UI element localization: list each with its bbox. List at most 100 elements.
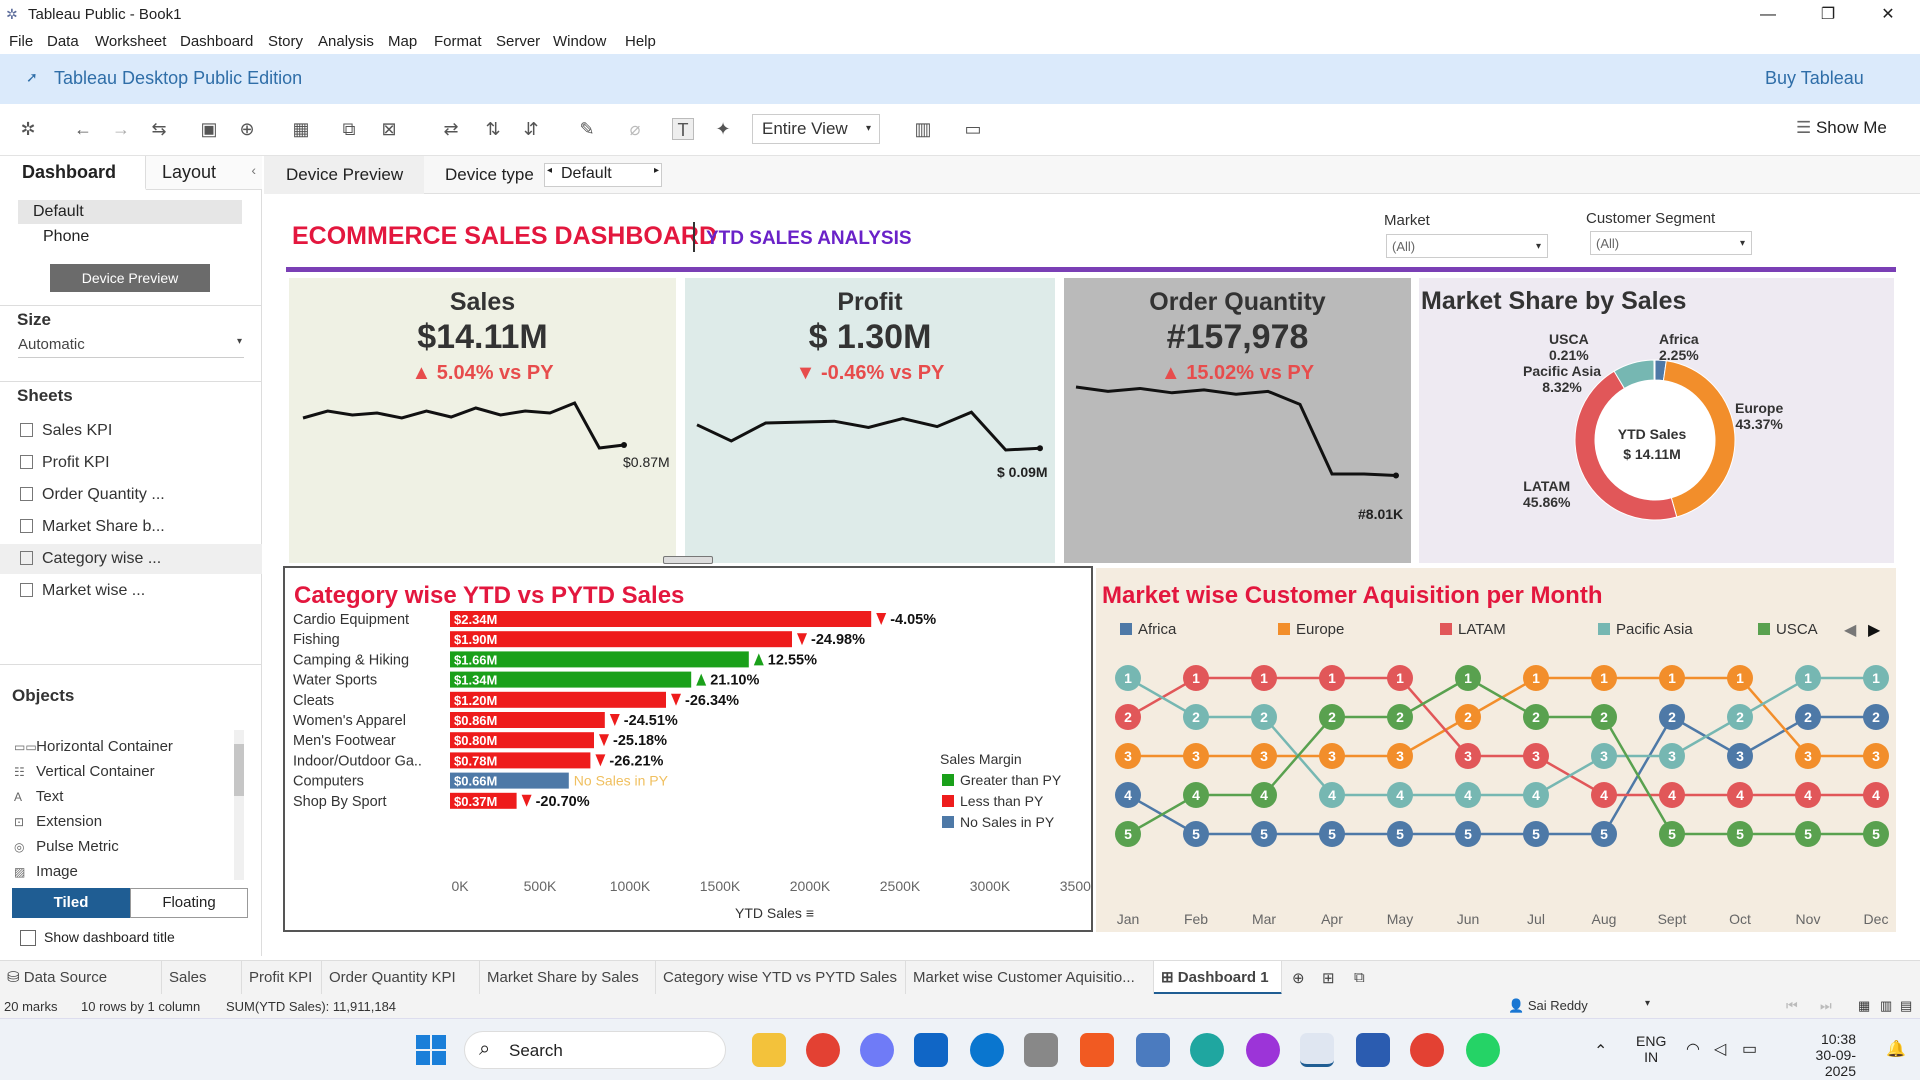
chevron-left-icon[interactable]: ◂ [547, 165, 552, 176]
hp-icon[interactable] [970, 1033, 1004, 1067]
tab-order-quantity-kpi[interactable]: Order Quantity KPI [322, 961, 480, 995]
show-title-checkbox[interactable] [20, 930, 36, 946]
market-share-card[interactable]: Market Share by Sales YTD Sales $ 14.11M… [1419, 278, 1894, 563]
menu-map[interactable]: Map [388, 33, 417, 50]
sales-kpi-card[interactable]: Sales $14.11M ▲ 5.04% vs PY $0.87M [289, 278, 676, 563]
menu-dashboard[interactable]: Dashboard [180, 33, 253, 50]
new-worksheet-icon[interactable]: ▦ [290, 118, 312, 140]
sheet-item[interactable]: Category wise ... [0, 544, 262, 574]
menu-analysis[interactable]: Analysis [318, 33, 374, 50]
order-quantity-kpi-card[interactable]: Order Quantity #157,978 ▲ 15.02% vs PY #… [1064, 278, 1411, 563]
notification-icon[interactable]: 🔔 [1886, 1039, 1906, 1059]
sort-descending-icon[interactable]: ⇵ [520, 118, 542, 140]
grid-view-icon[interactable]: ▦ [1858, 998, 1870, 1014]
language-indicator[interactable]: ENG IN [1636, 1033, 1666, 1065]
sort-icon[interactable]: ≡ [806, 905, 814, 921]
new-data-source-icon[interactable]: ⊕ [236, 118, 258, 140]
sort-ascending-icon[interactable]: ⇅ [482, 118, 504, 140]
edge-icon[interactable] [1190, 1033, 1224, 1067]
undo-icon[interactable]: ← [72, 118, 94, 140]
device-phone[interactable]: Phone [43, 228, 89, 246]
tab-market-wise[interactable]: Market wise Customer Aquisitio... [906, 961, 1154, 995]
pin-axis-icon[interactable]: ✦ [712, 118, 734, 140]
brave-icon[interactable] [1080, 1033, 1114, 1067]
volume-icon[interactable]: ◁ [1714, 1039, 1726, 1059]
outlook-icon[interactable] [914, 1033, 948, 1067]
sheet-item[interactable]: Profit KPI [20, 448, 260, 478]
new-dashboard-icon[interactable]: ⊞ [1322, 969, 1335, 987]
group-icon[interactable]: ⌀ [624, 118, 646, 140]
tiled-button[interactable]: Tiled [12, 888, 130, 918]
tabs-view-icon[interactable]: ▤ [1900, 998, 1912, 1014]
highlight-icon[interactable]: ✎ [576, 118, 598, 140]
sheet-item[interactable]: Market wise ... [20, 576, 260, 606]
object-item[interactable]: ▨ Image [14, 863, 78, 880]
category-chart-card[interactable]: Category wise YTD vs PYTD Sales Cardio E… [283, 556, 1115, 932]
python-icon[interactable] [1136, 1033, 1170, 1067]
redo-icon[interactable]: → [110, 118, 132, 140]
minimize-icon[interactable]: — [1746, 2, 1790, 28]
objects-scrollbar[interactable] [234, 730, 244, 880]
wifi-icon[interactable]: ◠ [1686, 1039, 1700, 1059]
tab-category-wise[interactable]: Category wise YTD vs PYTD Sales [656, 961, 906, 995]
floating-button[interactable]: Floating [130, 888, 248, 918]
scroll-thumb[interactable] [234, 744, 244, 796]
fit-dropdown[interactable]: Entire View ▾ [752, 114, 880, 144]
market-filter-dropdown[interactable]: (All) ▾ [1386, 234, 1548, 258]
object-item[interactable]: ⊡ Extension [14, 813, 102, 830]
size-dropdown[interactable]: Automatic ▾ [18, 336, 244, 358]
excel-icon[interactable] [1024, 1033, 1058, 1067]
object-item[interactable]: ◎ Pulse Metric [14, 838, 119, 855]
tab-dashboard[interactable]: Dashboard [0, 156, 146, 190]
profit-kpi-card[interactable]: Profit $ 1.30M ▼ -0.46% vs PY $ 0.09M [685, 278, 1055, 563]
show-me-button[interactable]: ☰ Show Me [1796, 118, 1887, 138]
close-icon[interactable]: ✕ [1866, 2, 1910, 28]
chrome-profile-icon[interactable] [1410, 1033, 1444, 1067]
copilot-icon[interactable] [860, 1033, 894, 1067]
menu-help[interactable]: Help [625, 33, 656, 50]
collapse-icon[interactable]: ‹ [251, 162, 256, 178]
filmstrip-icon[interactable]: ▥ [1880, 998, 1892, 1014]
object-item[interactable]: A Text [14, 788, 63, 805]
object-item[interactable]: ☷ Vertical Container [14, 763, 155, 780]
battery-icon[interactable]: ▭ [1742, 1039, 1757, 1059]
presentation-icon[interactable]: ▭ [962, 118, 984, 140]
menu-story[interactable]: Story [268, 33, 303, 50]
tab-layout[interactable]: Layout ‹ [146, 156, 262, 190]
sheet-item[interactable]: Sales KPI [20, 416, 260, 446]
customer-acquisition-card[interactable]: Market wise Customer Aquisition per Mont… [1096, 568, 1896, 932]
chevron-right-icon[interactable]: ▸ [654, 165, 659, 176]
buy-tableau-link[interactable]: Buy Tableau [1765, 68, 1864, 89]
cards-icon[interactable]: ▥ [912, 118, 934, 140]
taskbar-search[interactable]: ⌕ Search [464, 1031, 726, 1069]
menu-worksheet[interactable]: Worksheet [95, 33, 166, 50]
tab-dashboard-1[interactable]: ⊞ Dashboard 1 [1154, 961, 1282, 995]
tray-chevron-icon[interactable]: ⌃ [1594, 1041, 1607, 1061]
segment-filter-dropdown[interactable]: (All) ▾ [1590, 231, 1752, 255]
menu-format[interactable]: Format [434, 33, 482, 50]
sheet-item[interactable]: Market Share b... [20, 512, 260, 542]
meta-icon[interactable] [1246, 1033, 1280, 1067]
swap-icon[interactable]: ⇄ [440, 118, 462, 140]
tab-data-source[interactable]: ⛁ Data Source [0, 961, 162, 995]
resize-handle[interactable] [663, 556, 713, 564]
tab-market-share[interactable]: Market Share by Sales [480, 961, 656, 995]
object-item[interactable]: ▭▭ Horizontal Container [14, 738, 173, 755]
tab-profit-kpi[interactable]: Profit KPI [242, 961, 322, 995]
device-preview-toggle[interactable]: Device Preview [264, 156, 424, 194]
replay-icon[interactable]: ⇆ [148, 118, 170, 140]
device-preview-button[interactable]: Device Preview [50, 264, 210, 292]
menu-file[interactable]: File [9, 33, 33, 50]
word-icon[interactable] [1356, 1033, 1390, 1067]
duplicate-icon[interactable]: ⧉ [338, 118, 360, 140]
clear-icon[interactable]: ⊠ [378, 118, 400, 140]
menu-data[interactable]: Data [47, 33, 79, 50]
file-explorer-icon[interactable] [752, 1033, 786, 1067]
new-story-icon[interactable]: ⧉ [1354, 969, 1365, 986]
menu-server[interactable]: Server [496, 33, 540, 50]
device-default[interactable]: Default [18, 200, 242, 224]
tableau-logo-icon[interactable]: ✲ [17, 118, 39, 140]
save-icon[interactable]: ▣ [198, 118, 220, 140]
start-icon[interactable] [416, 1035, 446, 1065]
nav-last-icon[interactable]: ⏭ [1820, 998, 1832, 1014]
